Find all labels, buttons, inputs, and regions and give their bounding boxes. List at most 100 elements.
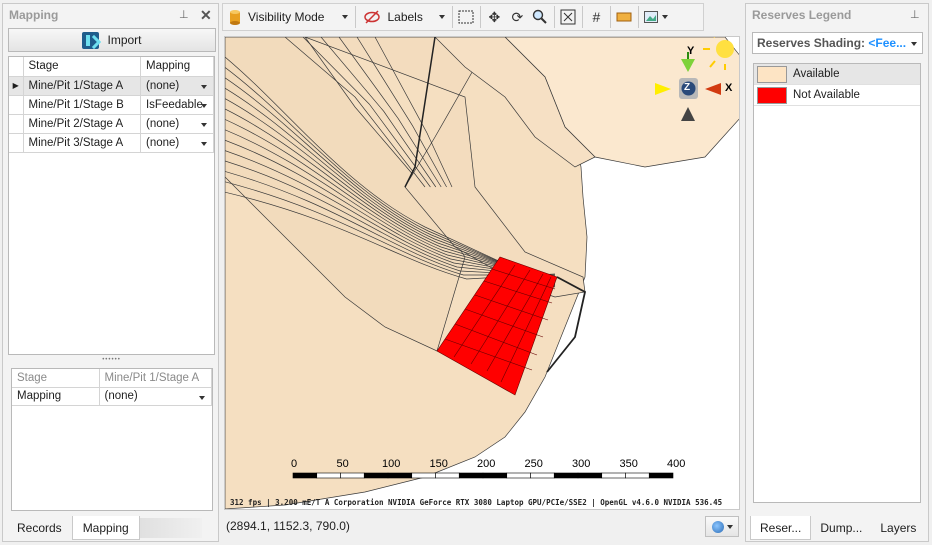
legend-list: Available Not Available xyxy=(753,63,921,503)
chevron-down-icon xyxy=(726,524,733,529)
detail-stage-label: Stage xyxy=(12,369,100,388)
table-row[interactable]: ▶ Mine/Pit 1/Stage A (none) xyxy=(9,76,215,96)
shading-label: Reserves Shading: xyxy=(757,36,866,50)
image-menu-icon[interactable] xyxy=(641,5,671,29)
mapping-panel-header: Mapping ⊥ ✕ xyxy=(3,4,218,26)
zoom-icon[interactable] xyxy=(529,5,552,29)
scale-segment xyxy=(553,472,579,479)
detail-mapping-label: Mapping xyxy=(12,387,100,406)
scale-tick-label: 150 xyxy=(429,458,448,470)
column-header-stage[interactable]: Stage xyxy=(23,57,141,77)
scale-tick-label: 100 xyxy=(382,458,401,470)
scale-segment xyxy=(648,472,674,479)
scale-segment xyxy=(316,472,341,479)
visibility-mode-label: Visibility Mode xyxy=(248,10,325,24)
tab-records[interactable]: Records xyxy=(7,516,72,540)
labels-label: Labels xyxy=(387,10,423,24)
mapping-dropdown[interactable]: (none) xyxy=(140,133,215,153)
scale-segment xyxy=(530,472,555,479)
reserves-shading-select[interactable]: Reserves Shading: <Fee... xyxy=(752,32,923,54)
mapping-dropdown[interactable]: (none) xyxy=(140,76,215,96)
visibility-mode-button[interactable]: Visibility Mode xyxy=(223,4,353,30)
eye-globe-icon xyxy=(711,520,724,533)
list-item[interactable]: Available xyxy=(754,64,920,85)
not-available-swatch xyxy=(757,86,787,104)
detail-mapping-dropdown[interactable]: (none) xyxy=(99,387,212,406)
scale-tick-label: 0 xyxy=(291,458,298,470)
scale-tick-label: 250 xyxy=(524,458,543,470)
scale-segment xyxy=(577,472,603,479)
pin-icon[interactable]: ⊥ xyxy=(179,4,189,26)
z-axis-label: Z xyxy=(684,82,691,93)
right-tabs: Reser... Dump... Layers xyxy=(750,516,925,540)
detail-grid: Stage Mine/Pit 1/Stage A Mapping (none) xyxy=(11,368,213,511)
select-box-icon[interactable] xyxy=(455,5,478,29)
rotate-icon[interactable]: ⟳ xyxy=(506,5,529,29)
scale-segment xyxy=(340,472,365,479)
reserves-legend-panel: Reserves Legend ⊥ Reserves Shading: <Fee… xyxy=(745,3,929,542)
tab-layers[interactable]: Layers xyxy=(871,516,925,540)
labels-off-icon xyxy=(364,10,381,24)
tab-overflow xyxy=(139,518,202,538)
stage-cell[interactable]: Mine/Pit 3/Stage A xyxy=(23,133,141,153)
grid-header-row: Stage Mapping xyxy=(9,57,215,77)
chevron-down-icon xyxy=(342,15,349,19)
panel-title: Mapping xyxy=(9,8,59,22)
scale-segment xyxy=(625,472,650,479)
chevron-down-icon xyxy=(438,15,445,19)
3d-viewport[interactable]: Y Z X 0 50 100 150 200 250 300 350 400 312 fps |… xyxy=(224,36,740,510)
tab-dump[interactable]: Dump... xyxy=(811,516,871,540)
scale-tick-label: 50 xyxy=(336,458,349,470)
scale-segment xyxy=(506,472,531,479)
column-header-mapping[interactable]: Mapping xyxy=(140,57,215,77)
view-options-button[interactable] xyxy=(705,516,739,537)
table-row[interactable]: Mine/Pit 1/Stage B IsFeedable xyxy=(9,95,215,115)
list-item[interactable]: Not Available xyxy=(754,85,920,106)
stage-cell[interactable]: Mine/Pit 1/Stage A xyxy=(23,76,141,96)
grid-icon[interactable]: # xyxy=(585,5,608,29)
reserves-legend-header: Reserves Legend ⊥ xyxy=(746,4,928,26)
pan-icon[interactable]: ✥ xyxy=(483,5,506,29)
scale-segment xyxy=(411,472,436,479)
shading-value: <Fee... xyxy=(868,36,907,50)
tab-mapping[interactable]: Mapping xyxy=(71,516,140,540)
y-axis-label: Y xyxy=(687,45,695,57)
scale-segment xyxy=(292,472,318,479)
cylinder-icon xyxy=(230,10,240,25)
zoom-extents-icon[interactable] xyxy=(557,5,580,29)
scale-segment xyxy=(458,472,484,479)
viewport-toolbar: Visibility Mode Labels ✥ ⟳ # xyxy=(222,3,704,31)
scale-segment xyxy=(387,472,413,479)
scale-segment xyxy=(482,472,508,479)
import-button[interactable]: Import xyxy=(8,28,216,52)
ruler-icon[interactable] xyxy=(613,5,636,29)
scale-tick-label: 200 xyxy=(477,458,496,470)
mapping-panel: Mapping ⊥ ✕ Import Stage Mapping ▶ Mine/… xyxy=(2,3,219,542)
mapping-grid[interactable]: Stage Mapping ▶ Mine/Pit 1/Stage A (none… xyxy=(8,56,215,355)
scale-segment xyxy=(601,472,626,479)
pit-block-model[interactable] xyxy=(225,37,740,510)
scale-tick-label: 300 xyxy=(572,458,591,470)
panel-title: Reserves Legend xyxy=(752,8,852,22)
import-icon xyxy=(82,31,100,49)
mapping-dropdown[interactable]: (none) xyxy=(140,114,215,134)
scale-tick-label: 350 xyxy=(619,458,638,470)
tab-reserves[interactable]: Reser... xyxy=(750,516,812,540)
x-axis-label: X xyxy=(725,82,733,94)
scale-segment xyxy=(435,472,460,479)
splitter-handle[interactable]: •••••• xyxy=(8,357,215,363)
table-row[interactable]: Mine/Pit 2/Stage A (none) xyxy=(9,114,215,134)
stage-cell[interactable]: Mine/Pit 2/Stage A xyxy=(23,114,141,134)
import-label: Import xyxy=(107,33,142,47)
close-icon[interactable]: ✕ xyxy=(200,4,212,26)
legend-label: Not Available xyxy=(793,89,860,101)
mapping-dropdown[interactable]: IsFeedable xyxy=(140,95,215,115)
scale-bar xyxy=(292,472,674,479)
stage-cell[interactable]: Mine/Pit 1/Stage B xyxy=(23,95,141,115)
labels-button[interactable]: Labels xyxy=(358,4,449,30)
scale-tick-label: 400 xyxy=(667,458,686,470)
detail-stage-value: Mine/Pit 1/Stage A xyxy=(99,369,212,388)
pin-icon[interactable]: ⊥ xyxy=(910,4,920,26)
render-status-text: 312 fps | 3.200 mE/T A Corporation NVIDI… xyxy=(230,498,723,507)
table-row[interactable]: Mine/Pit 3/Stage A (none) xyxy=(9,133,215,153)
